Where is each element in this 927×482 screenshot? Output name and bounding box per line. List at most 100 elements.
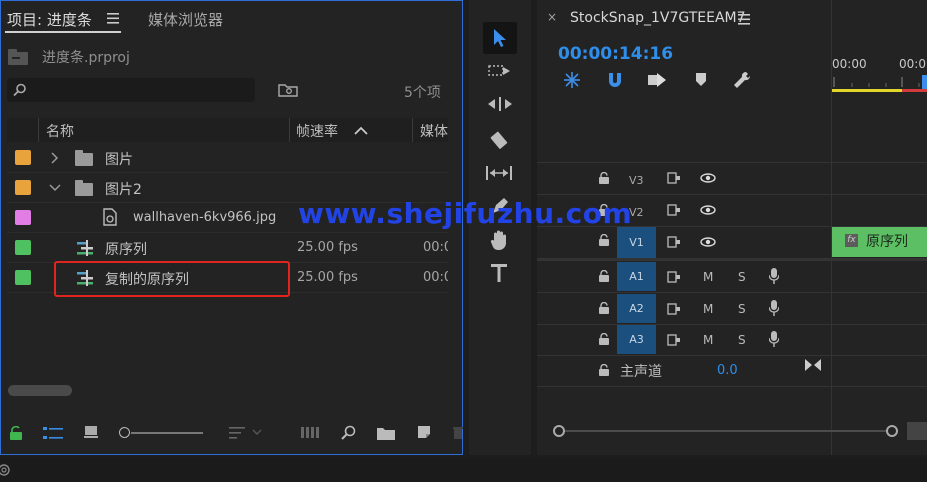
lock-icon[interactable] (10, 426, 22, 440)
microphone-icon[interactable] (769, 300, 779, 316)
icon-view-icon[interactable] (84, 425, 98, 439)
sync-lock-icon[interactable] (667, 271, 681, 283)
mute-button[interactable]: M (703, 333, 713, 347)
item-media-start: 00:0 (423, 270, 448, 285)
horizontal-scrollbar[interactable] (8, 385, 72, 396)
lock-track-icon[interactable] (599, 234, 609, 246)
track-select-tool-icon[interactable] (488, 63, 512, 79)
column-divider (38, 118, 39, 142)
microphone-icon[interactable] (769, 268, 779, 284)
sync-lock-icon[interactable] (667, 334, 681, 346)
hamburger-icon[interactable] (738, 14, 750, 25)
image-file-icon (103, 208, 117, 226)
search-input[interactable] (7, 78, 255, 102)
folder-icon (75, 150, 93, 166)
timeline-tab-title[interactable]: StockSnap_1V7GTEEAM7 (570, 10, 746, 26)
column-name[interactable]: 名称 (46, 121, 74, 141)
scrollbar-left-handle[interactable] (553, 425, 565, 437)
close-tab-icon[interactable]: × (547, 10, 557, 24)
jump-to-edit-icon[interactable] (805, 359, 821, 371)
column-media[interactable]: 媒体 (420, 121, 448, 141)
master-volume-value[interactable]: 0.0 (717, 363, 738, 378)
label-color-swatch[interactable] (15, 180, 31, 195)
add-marker-icon[interactable] (696, 73, 706, 86)
scrollbar-right-handle[interactable] (886, 425, 898, 437)
slip-tool-icon[interactable] (485, 165, 513, 181)
zoom-slider-track[interactable] (131, 432, 203, 434)
type-tool-icon[interactable] (490, 263, 508, 283)
playhead[interactable] (922, 75, 927, 89)
vertical-zoom-control[interactable] (907, 422, 927, 440)
lock-track-icon[interactable] (599, 270, 609, 282)
source-patch-a1[interactable]: A1 (617, 262, 656, 291)
trash-icon[interactable] (453, 425, 463, 439)
selection-tool-icon[interactable] (492, 28, 508, 48)
search-field[interactable] (31, 80, 253, 100)
column-framerate[interactable]: 帧速率 (296, 121, 338, 141)
sequence-icon (77, 240, 95, 256)
label-color-swatch[interactable] (15, 210, 31, 225)
solo-button[interactable]: S (738, 302, 746, 316)
snap-magnet-icon[interactable] (607, 72, 623, 88)
new-item-icon[interactable] (417, 425, 431, 439)
timeline-scrollbar-track[interactable] (555, 430, 895, 432)
solo-button[interactable]: S (738, 333, 746, 347)
tab-project[interactable]: 项目: 进度条 (7, 9, 92, 30)
label-color-swatch[interactable] (15, 150, 31, 165)
ripple-edit-tool-icon[interactable] (487, 96, 513, 112)
sort-ascending-icon[interactable] (354, 126, 368, 135)
wrench-icon[interactable] (733, 71, 751, 89)
eye-icon[interactable] (700, 237, 716, 247)
mute-button[interactable]: M (703, 302, 713, 316)
track-target-a3[interactable]: A3 (617, 325, 656, 354)
hamburger-icon[interactable] (107, 13, 119, 24)
zoom-slider-handle[interactable] (119, 427, 130, 438)
find-icon[interactable] (341, 425, 356, 440)
lock-track-icon[interactable] (599, 302, 609, 314)
label-color-swatch[interactable] (15, 270, 31, 285)
razor-tool-icon[interactable] (490, 130, 510, 150)
chevron-right-icon[interactable] (51, 152, 59, 164)
playhead-timecode[interactable]: 00:00:14:16 (558, 44, 673, 64)
tab-media-browser[interactable]: 媒体浏览器 (148, 9, 223, 30)
list-item[interactable]: 原序列 25.00 fps 00:0 (7, 233, 448, 262)
mute-button[interactable]: M (703, 270, 713, 284)
lock-track-icon[interactable] (599, 172, 609, 184)
automate-to-sequence-icon[interactable] (301, 426, 321, 439)
list-item[interactable]: 图片 (7, 143, 448, 172)
lock-track-icon[interactable] (599, 364, 609, 376)
work-area-bar[interactable] (832, 89, 902, 92)
linked-selection-icon[interactable] (647, 72, 667, 88)
solo-button[interactable]: S (738, 270, 746, 284)
chevron-down-icon[interactable] (49, 184, 61, 192)
sort-icons-icon[interactable] (229, 426, 263, 440)
microphone-icon[interactable] (769, 331, 779, 347)
track-target-a2[interactable]: A2 (617, 294, 656, 323)
nest-toggle-icon[interactable] (563, 71, 581, 89)
eye-icon[interactable] (700, 205, 716, 215)
sync-lock-icon[interactable] (667, 303, 681, 315)
lock-track-icon[interactable] (599, 333, 609, 345)
track-separator (537, 355, 927, 356)
project-file-icon (8, 49, 28, 65)
hand-tool-icon[interactable] (490, 229, 510, 251)
item-framerate: 25.00 fps (297, 270, 358, 285)
track-separator (537, 194, 927, 195)
timeline-clip[interactable]: fx 原序列 (832, 227, 927, 257)
search-icon (13, 83, 26, 97)
track-label[interactable]: V3 (629, 174, 644, 187)
ruler-ticks[interactable] (832, 75, 927, 87)
item-framerate: 25.00 fps (297, 240, 358, 255)
find-bin-icon[interactable] (278, 82, 298, 97)
refresh-icon[interactable] (0, 463, 11, 477)
eye-icon[interactable] (700, 173, 716, 183)
status-bar (0, 458, 927, 482)
source-patch-v1[interactable]: V1 (617, 227, 656, 258)
sync-lock-icon[interactable] (667, 204, 681, 216)
folder-icon (75, 180, 93, 196)
label-color-swatch[interactable] (15, 240, 31, 255)
sync-lock-icon[interactable] (667, 172, 681, 184)
sync-lock-icon[interactable] (667, 236, 681, 248)
list-view-icon[interactable] (43, 426, 63, 440)
new-bin-icon[interactable] (377, 426, 395, 440)
